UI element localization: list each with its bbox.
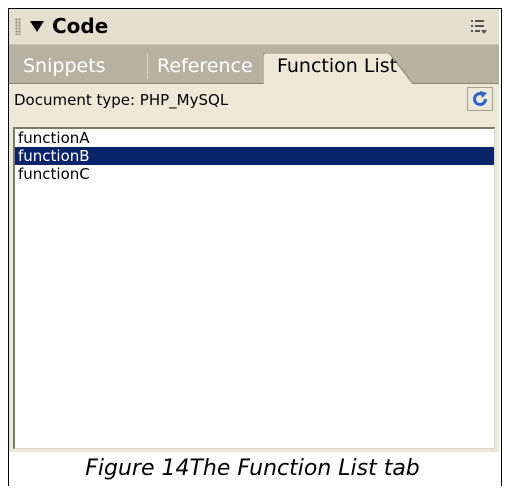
grip-icon[interactable]: [15, 18, 21, 35]
list-item-functionC[interactable]: functionC: [15, 165, 494, 183]
list-item-functionA[interactable]: functionA: [15, 129, 494, 147]
function-list[interactable]: functionA functionB functionC: [13, 127, 495, 449]
tab-divider: [147, 53, 148, 79]
tab-reference[interactable]: Reference: [157, 55, 253, 77]
options-menu-icon[interactable]: [471, 19, 487, 35]
tab-function-list-label: Function List: [277, 55, 398, 77]
document-type-label: Document type: PHP_MySQL: [14, 91, 229, 109]
panel-title[interactable]: Code: [52, 14, 108, 38]
tab-snippets[interactable]: Snippets: [23, 55, 106, 77]
panel-titlebar[interactable]: Code: [9, 9, 499, 45]
figure-caption: Figure 14The Function List tab: [85, 456, 420, 481]
triangle-down-icon[interactable]: [30, 21, 44, 32]
tab-function-list[interactable]: Function List: [263, 53, 413, 84]
refresh-icon: [473, 91, 487, 106]
code-panel: Code Snippets Reference Function List Do…: [9, 9, 499, 452]
tab-bar: Snippets Reference Function List: [9, 45, 499, 84]
refresh-button[interactable]: [467, 87, 493, 111]
list-item-functionB[interactable]: functionB: [15, 147, 494, 165]
